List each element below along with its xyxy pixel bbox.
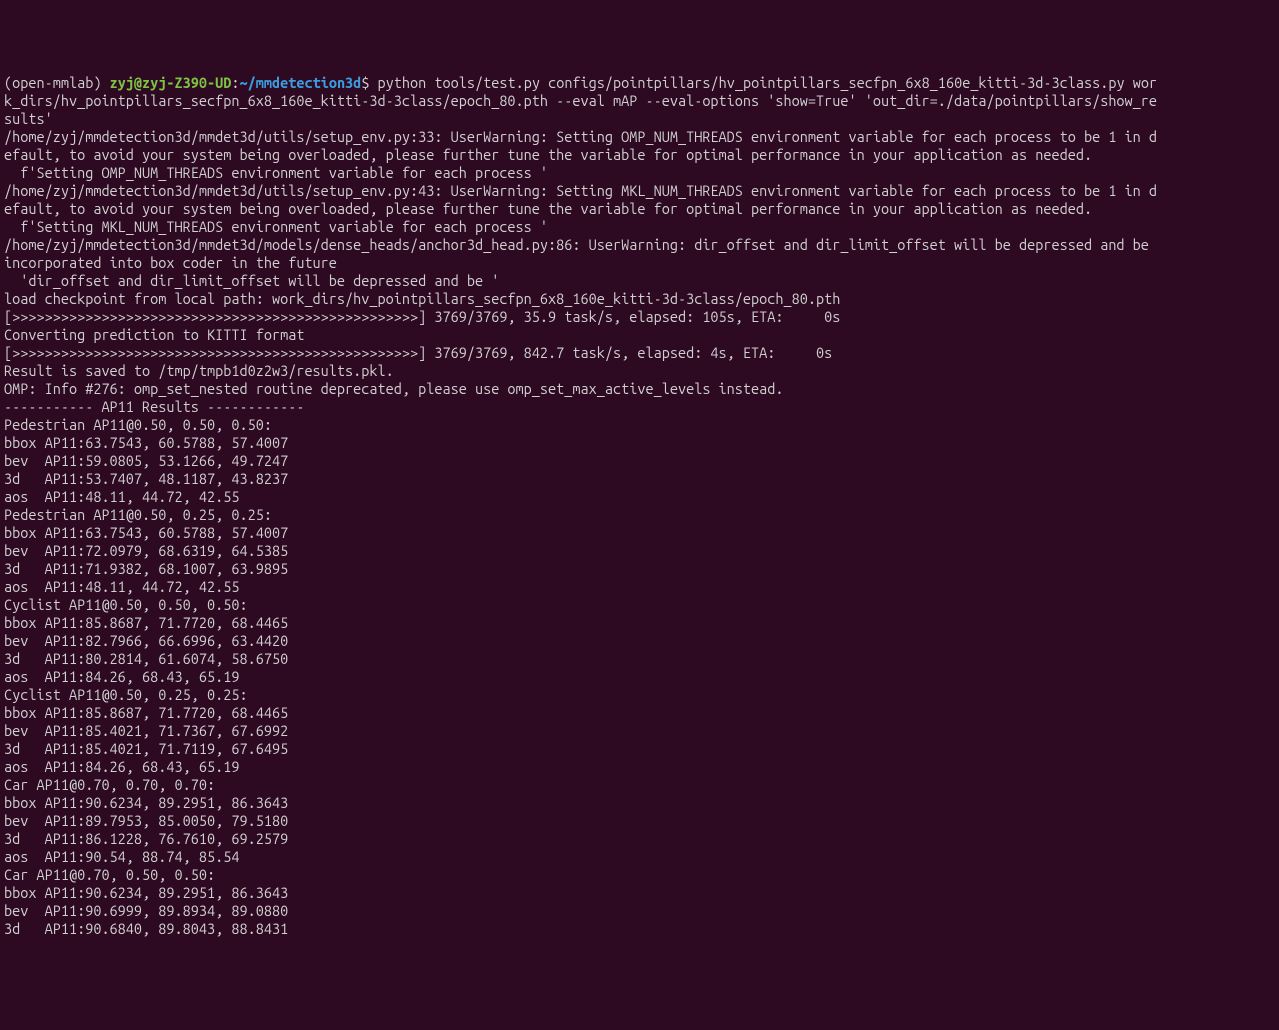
- terminal-line: Cyclist AP11@0.50, 0.50, 0.50:: [4, 596, 1275, 614]
- terminal-line: Pedestrian AP11@0.50, 0.50, 0.50:: [4, 416, 1275, 434]
- terminal-line: incorporated into box coder in the futur…: [4, 254, 1275, 272]
- terminal-line: load checkpoint from local path: work_di…: [4, 290, 1275, 308]
- terminal-line: 3d AP11:71.9382, 68.1007, 63.9895: [4, 560, 1275, 578]
- terminal-line: Cyclist AP11@0.50, 0.25, 0.25:: [4, 686, 1275, 704]
- terminal-line: bbox AP11:85.8687, 71.7720, 68.4465: [4, 704, 1275, 722]
- terminal-line: efault, to avoid your system being overl…: [4, 200, 1275, 218]
- terminal-line: Pedestrian AP11@0.50, 0.25, 0.25:: [4, 506, 1275, 524]
- terminal-line: 3d AP11:80.2814, 61.6074, 58.6750: [4, 650, 1275, 668]
- terminal-line: bev AP11:59.0805, 53.1266, 49.7247: [4, 452, 1275, 470]
- terminal-line: bev AP11:90.6999, 89.8934, 89.0880: [4, 902, 1275, 920]
- terminal-line: /home/zyj/mmdetection3d/mmdet3d/utils/se…: [4, 182, 1275, 200]
- terminal-line: bbox AP11:90.6234, 89.2951, 86.3643: [4, 884, 1275, 902]
- user-host: zyj@zyj-Z390-UD: [110, 74, 232, 91]
- terminal-line: Car AP11@0.70, 0.50, 0.50:: [4, 866, 1275, 884]
- terminal-line: aos AP11:84.26, 68.43, 65.19: [4, 668, 1275, 686]
- terminal-line: efault, to avoid your system being overl…: [4, 146, 1275, 164]
- terminal-line: sults': [4, 110, 1275, 128]
- terminal-line: aos AP11:48.11, 44.72, 42.55: [4, 488, 1275, 506]
- terminal-line: aos AP11:84.26, 68.43, 65.19: [4, 758, 1275, 776]
- terminal-line: k_dirs/hv_pointpillars_secfpn_6x8_160e_k…: [4, 92, 1275, 110]
- conda-env: (open-mmlab): [4, 74, 110, 91]
- terminal-line: f'Setting MKL_NUM_THREADS environment va…: [4, 218, 1275, 236]
- terminal-line: ----------- AP11 Results ------------: [4, 398, 1275, 416]
- terminal-line: [>>>>>>>>>>>>>>>>>>>>>>>>>>>>>>>>>>>>>>>…: [4, 308, 1275, 326]
- terminal-line: bbox AP11:63.7543, 60.5788, 57.4007: [4, 434, 1275, 452]
- terminal-line: /home/zyj/mmdetection3d/mmdet3d/models/d…: [4, 236, 1275, 254]
- terminal-line: bbox AP11:85.8687, 71.7720, 68.4465: [4, 614, 1275, 632]
- cwd: ~/mmdetection3d: [240, 74, 362, 91]
- terminal-line: 3d AP11:53.7407, 48.1187, 43.8237: [4, 470, 1275, 488]
- terminal-line: [>>>>>>>>>>>>>>>>>>>>>>>>>>>>>>>>>>>>>>>…: [4, 344, 1275, 362]
- terminal-line: bbox AP11:63.7543, 60.5788, 57.4007: [4, 524, 1275, 542]
- terminal-line: Car AP11@0.70, 0.70, 0.70:: [4, 776, 1275, 794]
- terminal-line: f'Setting OMP_NUM_THREADS environment va…: [4, 164, 1275, 182]
- terminal-line: 3d AP11:85.4021, 71.7119, 67.6495: [4, 740, 1275, 758]
- terminal-line: /home/zyj/mmdetection3d/mmdet3d/utils/se…: [4, 128, 1275, 146]
- terminal-line-prompt: (open-mmlab) zyj@zyj-Z390-UD:~/mmdetecti…: [4, 74, 1275, 92]
- terminal-line: Result is saved to /tmp/tmpb1d0z2w3/resu…: [4, 362, 1275, 380]
- terminal-line: bev AP11:85.4021, 71.7367, 67.6992: [4, 722, 1275, 740]
- terminal-line: bbox AP11:90.6234, 89.2951, 86.3643: [4, 794, 1275, 812]
- terminal-line: Converting prediction to KITTI format: [4, 326, 1275, 344]
- colon: :: [231, 74, 239, 91]
- terminal-line: 'dir_offset and dir_limit_offset will be…: [4, 272, 1275, 290]
- terminal-line: 3d AP11:86.1228, 76.7610, 69.2579: [4, 830, 1275, 848]
- terminal-line: OMP: Info #276: omp_set_nested routine d…: [4, 380, 1275, 398]
- terminal-line: bev AP11:89.7953, 85.0050, 79.5180: [4, 812, 1275, 830]
- terminal-line: bev AP11:72.0979, 68.6319, 64.5385: [4, 542, 1275, 560]
- terminal-line: bev AP11:82.7966, 66.6996, 63.4420: [4, 632, 1275, 650]
- terminal-line: aos AP11:90.54, 88.74, 85.54: [4, 848, 1275, 866]
- command-text[interactable]: python tools/test.py configs/pointpillar…: [369, 74, 1157, 91]
- terminal-line: aos AP11:48.11, 44.72, 42.55: [4, 578, 1275, 596]
